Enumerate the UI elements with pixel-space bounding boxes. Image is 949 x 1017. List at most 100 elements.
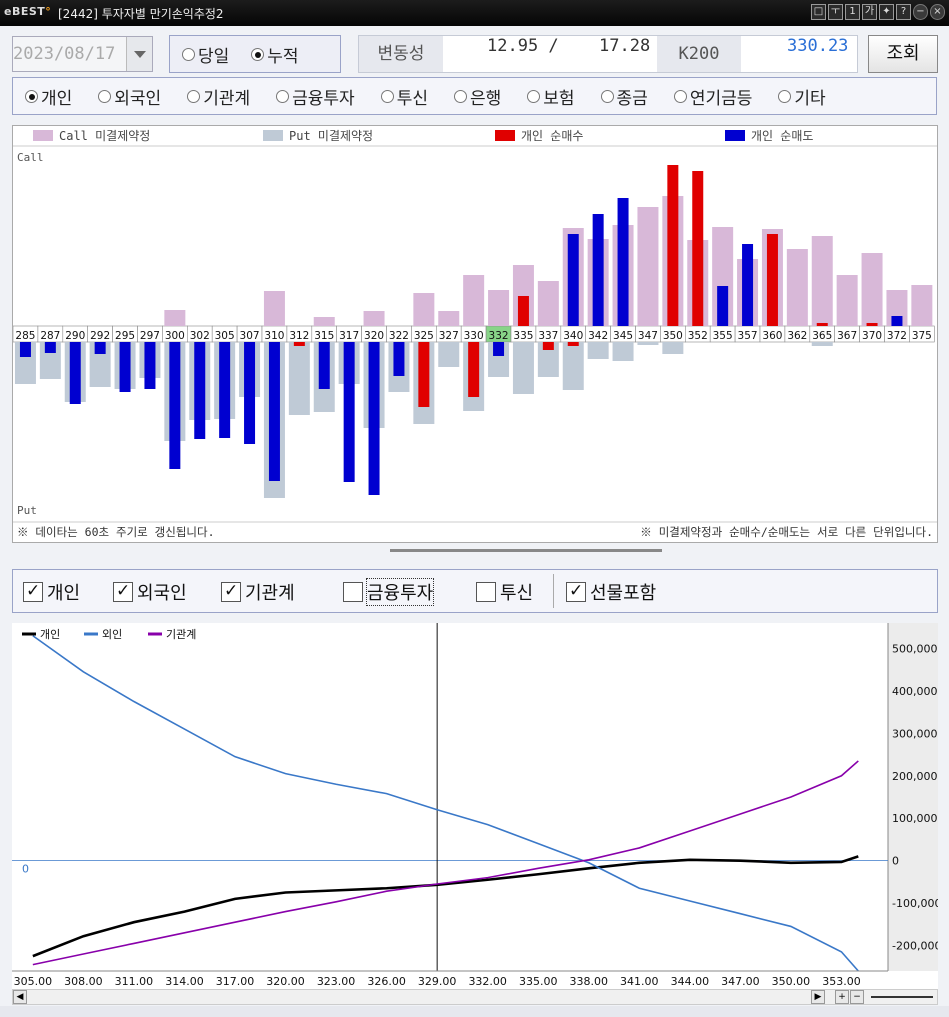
bar-개인-순매수 bbox=[766, 234, 778, 326]
investor-radio-circle bbox=[453, 89, 467, 103]
y-tick-label: -100,000 bbox=[892, 897, 938, 910]
check-5[interactable]: 선물포함 bbox=[566, 579, 656, 605]
strike-label: 360 bbox=[762, 330, 782, 342]
minimize-button[interactable]: − bbox=[913, 4, 928, 20]
legend-series-1: 외인 bbox=[102, 628, 122, 641]
bar-개인-순매도 bbox=[144, 342, 156, 389]
checkbox-box bbox=[343, 582, 363, 602]
bar-Call-미결제약정 bbox=[488, 290, 510, 326]
bar-개인-순매도 bbox=[493, 342, 505, 356]
bar-개인-순매도 bbox=[891, 316, 903, 326]
series-line-2 bbox=[32, 760, 859, 966]
bar-개인-순매수 bbox=[692, 171, 704, 326]
radio-cumulative[interactable]: 누적 bbox=[251, 42, 299, 67]
legend-swatch-3 bbox=[725, 130, 745, 141]
bar-개인-순매수 bbox=[468, 342, 480, 397]
radio-cumulative-circle bbox=[251, 47, 265, 61]
zoom-out-icon[interactable]: − bbox=[850, 990, 864, 1004]
investor-radio-8[interactable]: 연기금등 bbox=[673, 84, 752, 109]
bar-Call-미결제약정 bbox=[164, 310, 186, 326]
strike-label: 317 bbox=[339, 330, 359, 342]
legend-label-3: 개인 순매도 bbox=[751, 129, 813, 143]
investor-radio-circle bbox=[527, 89, 541, 103]
window-title: [2442] 투자자별 만기손익추정2 bbox=[58, 7, 224, 21]
bar-개인-순매도 bbox=[94, 342, 106, 354]
window-menu-button[interactable]: □ bbox=[811, 4, 826, 20]
close-button[interactable]: × bbox=[930, 4, 945, 20]
bar-Put-미결제약정 bbox=[637, 342, 659, 345]
bar-개인-순매도 bbox=[343, 342, 355, 482]
x-tick-label: 341.00 bbox=[620, 975, 659, 988]
note-left: ※ 데이타는 60초 주기로 갱신됩니다. bbox=[17, 525, 215, 539]
put-label: Put bbox=[17, 504, 37, 517]
oi-chart-panel: Call 미결제약정 Put 미결제약정 개인 순매수 개인 순매도 Call Put 28… bbox=[12, 125, 938, 543]
settings-button[interactable]: ✦ bbox=[879, 4, 894, 20]
y-tick-label: 400,000 bbox=[892, 685, 938, 698]
date-picker[interactable]: 2023/08/17 bbox=[12, 36, 153, 72]
legend-swatch-2 bbox=[495, 130, 515, 141]
scroll-right-button[interactable]: ▶ bbox=[811, 990, 825, 1004]
x-tick-label: 329.00 bbox=[418, 975, 457, 988]
bar-개인-순매수 bbox=[667, 165, 679, 326]
bar-Call-미결제약정 bbox=[438, 311, 460, 326]
bar-개인-순매도 bbox=[318, 342, 330, 389]
investor-radio-2[interactable]: 기관계 bbox=[187, 84, 250, 109]
check-2[interactable]: 기관계 bbox=[221, 579, 295, 605]
zoom-in-icon[interactable]: + bbox=[835, 990, 849, 1004]
radio-today[interactable]: 당일 bbox=[182, 42, 229, 67]
bar-개인-순매수 bbox=[866, 323, 878, 326]
bar-Put-미결제약정 bbox=[811, 342, 833, 346]
check-4[interactable]: 투신 bbox=[476, 579, 533, 605]
scroll-left-button[interactable]: ◀ bbox=[13, 990, 27, 1004]
bar-Call-미결제약정 bbox=[463, 275, 485, 326]
investor-radio-circle bbox=[98, 89, 112, 103]
title-buttons: □ ㅜ 1 가 ✦ ? − × bbox=[811, 4, 945, 20]
pnl-checkbox-group: 개인 외국인 기관계 금융투자 투신 선물포함 bbox=[12, 569, 938, 613]
strike-label: 367 bbox=[837, 330, 857, 342]
x-tick-label: 353.00 bbox=[822, 975, 861, 988]
check-1[interactable]: 외국인 bbox=[113, 579, 187, 605]
strike-label: 287 bbox=[40, 330, 60, 342]
strike-label: 292 bbox=[90, 330, 110, 342]
bar-개인-순매수 bbox=[293, 342, 305, 346]
investor-radio-7[interactable]: 종금 bbox=[600, 84, 648, 109]
investor-radio-5[interactable]: 은행 bbox=[453, 84, 501, 109]
check-0[interactable]: 개인 bbox=[23, 579, 80, 605]
investor-radio-6[interactable]: 보험 bbox=[527, 84, 575, 109]
investor-radio-circle bbox=[673, 89, 687, 103]
x-tick-label: 338.00 bbox=[570, 975, 609, 988]
investor-radio-1[interactable]: 외국인 bbox=[98, 84, 161, 109]
bar-Call-미결제약정 bbox=[786, 249, 808, 326]
bar-Call-미결제약정 bbox=[413, 293, 435, 326]
strike-label: 295 bbox=[115, 330, 135, 342]
investor-radio-9[interactable]: 기타 bbox=[778, 84, 826, 109]
bar-Put-미결제약정 bbox=[562, 342, 584, 390]
number-button[interactable]: 1 bbox=[845, 4, 860, 20]
font-button[interactable]: 가 bbox=[862, 4, 877, 20]
strike-label: 312 bbox=[289, 330, 309, 342]
investor-radio-4[interactable]: 투신 bbox=[380, 84, 428, 109]
strike-label: 372 bbox=[887, 330, 907, 342]
bar-개인-순매도 bbox=[393, 342, 405, 376]
bar-개인-순매도 bbox=[742, 244, 754, 326]
strike-label: 345 bbox=[613, 330, 633, 342]
x-tick-label: 332.00 bbox=[468, 975, 507, 988]
strike-label: 342 bbox=[588, 330, 608, 342]
investor-radio-0[interactable]: 개인 bbox=[25, 84, 72, 109]
splitter-handle[interactable] bbox=[390, 549, 662, 552]
zoom-slider[interactable] bbox=[871, 996, 933, 998]
query-button[interactable]: 조회 bbox=[868, 35, 938, 73]
bar-개인-순매도 bbox=[244, 342, 256, 444]
strike-label: 320 bbox=[364, 330, 384, 342]
period-radio-group: 당일 누적 bbox=[169, 35, 341, 73]
help-button[interactable]: ? bbox=[896, 4, 911, 20]
horizontal-scrollbar[interactable]: ◀ ▶ + − bbox=[12, 989, 938, 1005]
check-3[interactable]: 금융투자 bbox=[343, 578, 435, 606]
x-tick-label: 350.00 bbox=[772, 975, 811, 988]
strike-label: 337 bbox=[538, 330, 558, 342]
k200-value: 330.23 bbox=[787, 36, 849, 56]
date-dropdown-button[interactable] bbox=[126, 37, 152, 71]
strike-label: 300 bbox=[165, 330, 185, 342]
pin-button[interactable]: ㅜ bbox=[828, 4, 843, 20]
investor-radio-3[interactable]: 금융투자 bbox=[276, 84, 355, 109]
